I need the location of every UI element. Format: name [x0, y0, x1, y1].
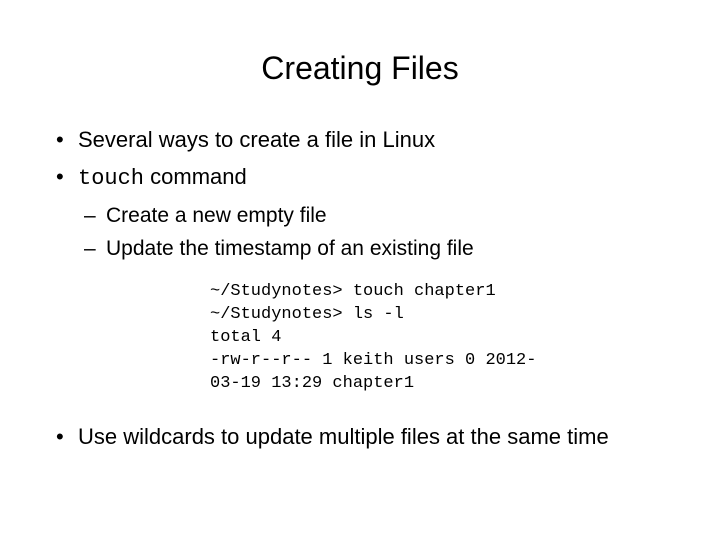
- sub-bullet-item: Create a new empty file: [78, 201, 670, 230]
- code-inline: touch: [78, 166, 144, 191]
- bullet-text: command: [144, 164, 247, 189]
- bullet-item: Use wildcards to update multiple files a…: [50, 422, 670, 453]
- bullet-item: touch command: [50, 162, 670, 195]
- code-block: ~/Studynotes> touch chapter1 ~/Studynote…: [210, 281, 670, 396]
- bullet-list: Several ways to create a file in Linux t…: [50, 125, 670, 453]
- slide-title: Creating Files: [50, 50, 670, 87]
- slide: Creating Files Several ways to create a …: [0, 0, 720, 540]
- sub-bullet-item: Update the timestamp of an existing file: [78, 234, 670, 263]
- bullet-item: Several ways to create a file in Linux: [50, 125, 670, 156]
